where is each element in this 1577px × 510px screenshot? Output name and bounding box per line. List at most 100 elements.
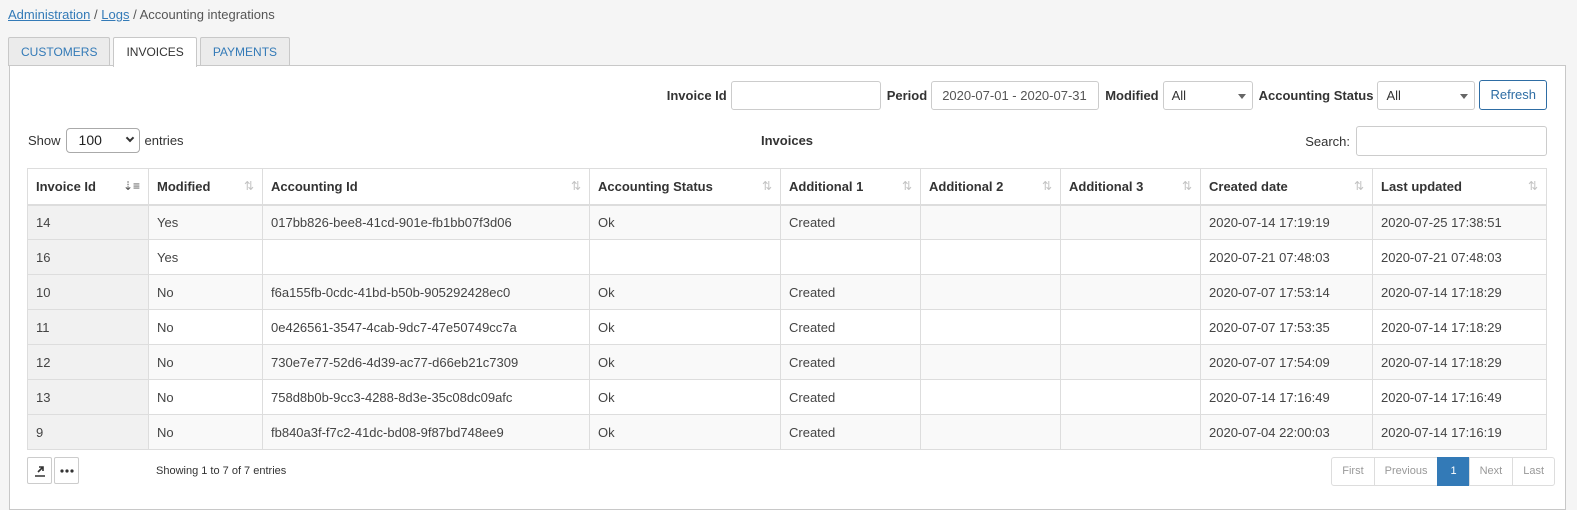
table-cell: No	[148, 344, 263, 380]
filter-bar: Invoice Id Period 2020-07-01 - 2020-07-3…	[661, 80, 1547, 110]
search-control: Search:	[1305, 126, 1547, 156]
column-header-label: Additional 2	[929, 178, 1004, 194]
table-row[interactable]: 11 No 0e426561-3547-4cab-9dc7-47e50749cc7a…	[27, 309, 1547, 345]
table-cell: 2020-07-07 17:53:35	[1200, 309, 1373, 345]
table-row[interactable]: 9 No fb840a3f-f7c2-41dc-bd08-9f87bd748ee9 O…	[27, 414, 1547, 450]
table-cell: 12	[27, 344, 149, 380]
more-icon	[59, 468, 74, 473]
table-cell	[1060, 379, 1201, 415]
search-input[interactable]	[1356, 126, 1547, 156]
column-header[interactable]: Created date ⇅	[1200, 168, 1373, 206]
pagination-last[interactable]: Last	[1512, 457, 1555, 486]
column-header[interactable]: Additional 1 ⇅	[780, 168, 921, 206]
invoice-id-label: Invoice Id	[666, 87, 727, 103]
table-cell	[1060, 414, 1201, 450]
table-cell: 2020-07-14 17:18:29	[1372, 344, 1547, 380]
table-cell	[1060, 239, 1201, 275]
column-header[interactable]: Accounting Id ⇅	[262, 168, 590, 206]
table-row[interactable]: 16 Yes 2020-07-21 07:48:03 2020-07-21 07:48…	[27, 239, 1547, 275]
table-cell	[1060, 204, 1201, 240]
tab-customers[interactable]: CUSTOMERS	[8, 37, 111, 66]
period-label: Period	[886, 87, 928, 103]
column-header[interactable]: Invoice Id ⇣≡	[27, 168, 149, 206]
table-row[interactable]: 10 No f6a155fb-0cdc-41bd-b50b-905292428ec0…	[27, 274, 1547, 310]
table-row[interactable]: 13 No 758d8b0b-9cc3-4288-8d3e-35c08dc09afc…	[27, 379, 1547, 415]
export-icon	[34, 465, 45, 477]
table-cell: Ok	[589, 414, 781, 450]
table-caption: Invoices	[761, 133, 814, 148]
table-cell: 017bb826-bee8-41cd-901e-fb1bb07f3d06	[262, 204, 590, 240]
tab-bar: CUSTOMERS INVOICES PAYMENTS	[8, 37, 293, 67]
column-header-label: Created date	[1209, 178, 1288, 194]
accounting-status-select[interactable]: All	[1377, 80, 1476, 110]
chevron-down-icon	[1237, 93, 1246, 99]
sort-icon: ⇅	[570, 179, 581, 193]
period-input[interactable]: 2020-07-01 - 2020-07-31	[931, 80, 1100, 110]
table-cell	[262, 239, 590, 275]
pagination-page-1[interactable]: 1	[1437, 457, 1470, 486]
sort-icon: ⇅	[1181, 179, 1192, 193]
table-row[interactable]: 14 Yes 017bb826-bee8-41cd-901e-fb1bb07f3d0…	[27, 204, 1547, 240]
length-control: Show 100 entries	[28, 128, 184, 153]
search-label: Search:	[1305, 133, 1350, 149]
sort-icon: ⇅	[901, 179, 912, 193]
column-header-label: Last updated	[1381, 178, 1462, 194]
table-row[interactable]: 12 No 730e7e77-52d6-4d39-ac77-d66eb21c7309…	[27, 344, 1547, 380]
export-button[interactable]	[27, 457, 52, 484]
tab-payments[interactable]: PAYMENTS	[199, 37, 291, 66]
table-cell	[1060, 344, 1201, 380]
column-header[interactable]: Last updated ⇅	[1372, 168, 1547, 206]
table-cell: 2020-07-14 17:16:49	[1372, 379, 1547, 415]
table-cell: Created	[780, 274, 921, 310]
entries-per-page-value: 100	[78, 132, 102, 148]
modified-label: Modified	[1105, 87, 1159, 103]
table-header-row: Invoice Id ⇣≡ Modified ⇅ Accounting Id ⇅ Accou…	[27, 168, 1547, 206]
entries-per-page-select[interactable]: 100	[65, 128, 140, 153]
column-header-label: Additional 1	[789, 178, 864, 194]
table-cell	[1060, 274, 1201, 310]
table-cell	[920, 309, 1061, 345]
table-cell: 16	[27, 239, 149, 275]
table-cell	[920, 414, 1061, 450]
accounting-status-select-value: All	[1386, 87, 1401, 103]
table-cell: fb840a3f-f7c2-41dc-bd08-9f87bd748ee9	[262, 414, 590, 450]
more-options-button[interactable]	[54, 457, 79, 484]
table-cell: 13	[27, 379, 149, 415]
breadcrumb-logs[interactable]: Logs	[101, 7, 129, 22]
table-cell: No	[148, 414, 263, 450]
table-cell: 2020-07-14 17:19:19	[1200, 204, 1373, 240]
table-cell: 2020-07-21 07:48:03	[1200, 239, 1373, 275]
column-header[interactable]: Modified ⇅	[148, 168, 263, 206]
modified-select[interactable]: All	[1162, 80, 1253, 110]
table-cell	[920, 204, 1061, 240]
breadcrumb-administration[interactable]: Administration	[8, 7, 90, 22]
pagination-first[interactable]: First	[1331, 457, 1375, 486]
column-header[interactable]: Additional 3 ⇅	[1060, 168, 1201, 206]
table-cell: Yes	[148, 239, 263, 275]
table-cell: No	[148, 309, 263, 345]
table-cell: 2020-07-14 17:18:29	[1372, 309, 1547, 345]
breadcrumb-separator: /	[133, 7, 137, 22]
table-cell	[589, 239, 781, 275]
table-cell: Ok	[589, 274, 781, 310]
table-cell: 9	[27, 414, 149, 450]
chevron-down-icon	[1460, 93, 1469, 99]
sort-icon: ⇅	[243, 179, 254, 193]
table-cell: 14	[27, 204, 149, 240]
sort-icon: ⇅	[1527, 179, 1538, 193]
invoice-id-input[interactable]	[730, 80, 881, 110]
table-info: Showing 1 to 7 of 7 entries	[156, 465, 287, 477]
pagination-next[interactable]: Next	[1468, 457, 1514, 486]
column-header[interactable]: Additional 2 ⇅	[920, 168, 1061, 206]
tab-invoices[interactable]: INVOICES	[113, 37, 197, 67]
refresh-button[interactable]: Refresh	[1479, 80, 1547, 110]
table-cell: Created	[780, 414, 921, 450]
table-cell	[920, 379, 1061, 415]
column-header[interactable]: Accounting Status ⇅	[589, 168, 781, 206]
table-cell: 10	[27, 274, 149, 310]
table-cell: Created	[780, 344, 921, 380]
table-cell: 2020-07-14 17:16:19	[1372, 414, 1547, 450]
table-cell	[780, 239, 921, 275]
pagination-previous[interactable]: Previous	[1373, 457, 1439, 486]
table-cell	[920, 239, 1061, 275]
